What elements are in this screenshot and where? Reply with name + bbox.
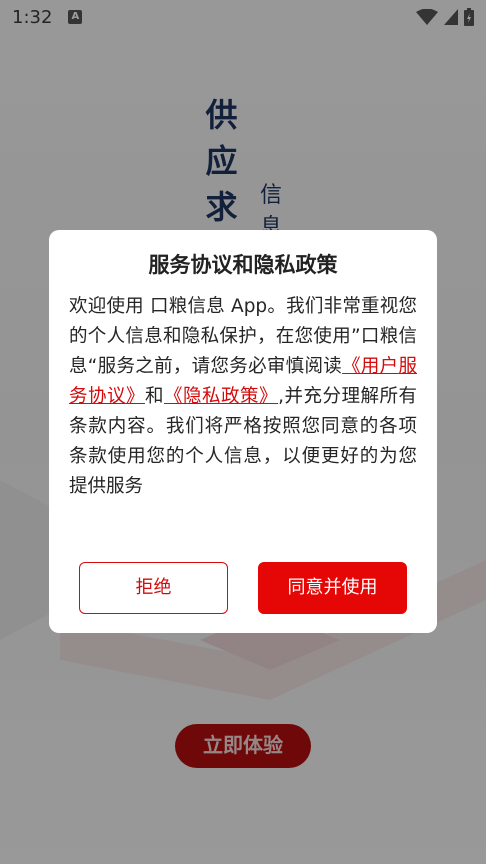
dialog-title: 服务协议和隐私政策: [148, 253, 338, 277]
reject-button[interactable]: 拒绝: [79, 562, 228, 614]
agree-and-use-button[interactable]: 同意并使用: [258, 562, 407, 614]
dialog-actions: 拒绝 同意并使用: [79, 562, 407, 614]
dialog-body-text: 和: [145, 386, 165, 407]
dialog-body: 欢迎使用 口粮信息 App。我们非常重视您的个人信息和隐私保护，在您使用”口粮信…: [69, 292, 417, 536]
privacy-dialog: 服务协议和隐私政策 欢迎使用 口粮信息 App。我们非常重视您的个人信息和隐私保…: [49, 230, 437, 633]
privacy-policy-link[interactable]: 《隐私政策》: [164, 386, 278, 407]
